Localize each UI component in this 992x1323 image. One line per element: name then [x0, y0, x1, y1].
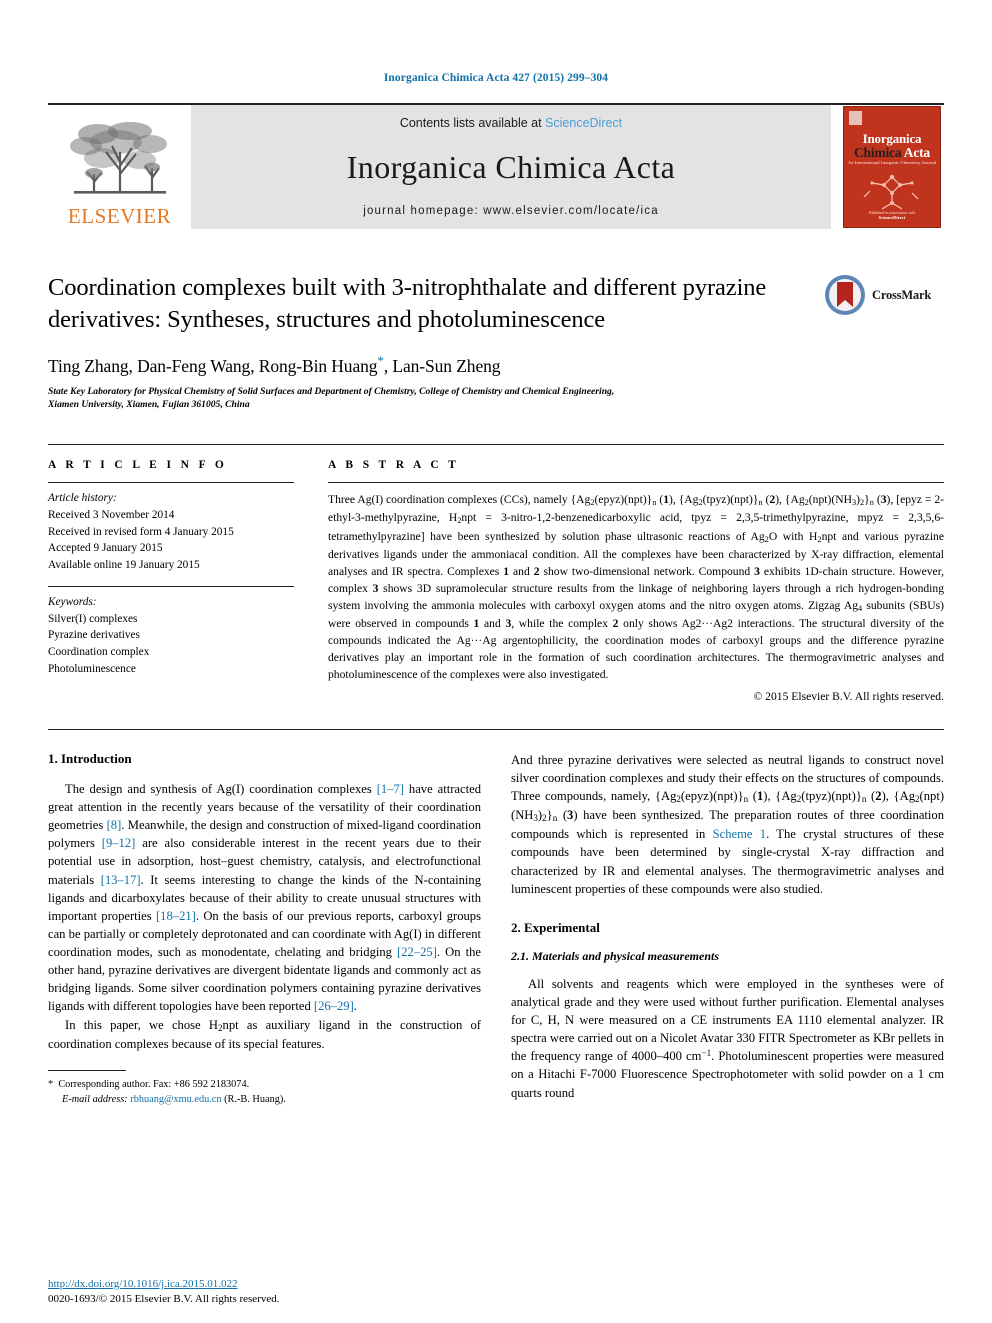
info-abstract-region: A R T I C L E I N F O Article history: R…	[48, 444, 944, 703]
abstract-copyright: © 2015 Elsevier B.V. All rights reserved…	[753, 689, 944, 703]
affiliation: State Key Laboratory for Physical Chemis…	[48, 385, 748, 413]
footnote-email: E-mail address: rbhuang@xmu.edu.cn (R.-B…	[48, 1092, 481, 1107]
intro-paragraph-2: In this paper, we chose H2npt as auxilia…	[48, 1017, 481, 1051]
abstract-heading: A B S T R A C T	[328, 459, 460, 472]
right-column: And three pyrazine derivatives were sele…	[511, 751, 944, 1108]
citation-13-17[interactable]: [13–17]	[101, 873, 141, 887]
running-head: Inorganica Chimica Acta 427 (2015) 299–3…	[383, 72, 609, 84]
page-title: Coordination complexes built with 3-nitr…	[48, 274, 767, 333]
keyword-item: Photoluminescence	[48, 662, 136, 675]
keyword-item: Pyrazine derivatives	[48, 629, 140, 642]
doi-link[interactable]: http://dx.doi.org/10.1016/j.ica.2015.01.…	[48, 1278, 238, 1290]
citation-8[interactable]: [8]	[107, 818, 122, 832]
citation-1-7[interactable]: [1–7]	[377, 782, 404, 796]
authors-names-tail: , Lan-Sun Zheng	[383, 355, 501, 376]
cover-title-chimica: Chimica	[854, 145, 902, 160]
issn-copyright: 0020-1693/© 2015 Elsevier B.V. All right…	[48, 1293, 280, 1305]
sciencedirect-link[interactable]: ScienceDirect	[545, 116, 622, 130]
section-heading-introduction: 1. Introduction	[48, 750, 132, 766]
elsevier-logo: ELSEVIER	[48, 105, 191, 229]
cover-footer: Published in association with ScienceDir…	[844, 210, 940, 220]
abstract-column: A B S T R A C T Three Ag(I) coordination…	[328, 445, 944, 703]
title-block: Coordination complexes built with 3-nitr…	[48, 272, 944, 412]
experimental-paragraph-1: All solvents and reagents which were emp…	[511, 976, 944, 1100]
cover-footer-bold: ScienceDirect	[878, 215, 906, 220]
journal-masthead: ELSEVIER Contents lists available at Sci…	[48, 103, 944, 229]
keywords-rule	[48, 585, 294, 587]
authors-names: Ting Zhang, Dan-Feng Wang, Rong-Bin Huan…	[48, 355, 378, 376]
citation-9-12[interactable]: [9–12]	[102, 836, 136, 850]
journal-title: Inorganica Chimica Acta	[346, 149, 676, 185]
footnote-rule	[48, 1069, 126, 1071]
citation-26-29[interactable]: [26–29]	[314, 999, 354, 1013]
affiliation-line-2: Xiamen University, Xiamen, Fujian 361005…	[48, 399, 250, 411]
page-footer: http://dx.doi.org/10.1016/j.ica.2015.01.…	[48, 1274, 481, 1305]
footnote-email-link[interactable]: rbhuang@xmu.edu.cn	[130, 1094, 221, 1105]
footnote-email-owner: (R.-B. Huang).	[224, 1094, 286, 1106]
keywords-block: Keywords: Silver(I) complexes Pyrazine d…	[48, 594, 294, 678]
footnote-block: * Corresponding author. Fax: +86 592 218…	[48, 1069, 481, 1108]
cover-title-line2: Chimica Acta	[844, 145, 940, 161]
contents-available-line: Contents lists available at ScienceDirec…	[400, 116, 622, 130]
article-history-label: Article history:	[48, 492, 117, 505]
cover-subtitle: An International Inorganic Chemistry Jou…	[847, 160, 937, 165]
scheme-1-link[interactable]: Scheme 1	[713, 827, 766, 841]
section-heading-experimental: 2. Experimental	[511, 919, 600, 935]
article-info-column: A R T I C L E I N F O Article history: R…	[48, 445, 294, 703]
elsevier-wordmark: ELSEVIER	[67, 204, 172, 228]
footnote-email-label: E-mail address:	[62, 1094, 128, 1106]
subsection-heading-materials: 2.1. Materials and physical measurements	[511, 948, 720, 963]
article-info-rule	[48, 482, 294, 484]
abstract-text: Three Ag(I) coordination complexes (CCs)…	[328, 493, 945, 681]
keyword-item: Silver(I) complexes	[48, 612, 138, 625]
elsevier-tree-icon	[69, 122, 167, 194]
citation-18-21[interactable]: [18–21]	[156, 909, 196, 923]
affiliation-line-1: State Key Laboratory for Physical Chemis…	[48, 385, 615, 397]
history-item: Accepted 9 January 2015	[48, 542, 163, 555]
citation-22-25[interactable]: [22–25]	[397, 945, 437, 959]
keywords-label: Keywords:	[48, 595, 97, 608]
abstract-rule	[328, 482, 944, 484]
intro-paragraph-3: And three pyrazine derivatives were sele…	[511, 752, 945, 896]
journal-homepage[interactable]: journal homepage: www.elsevier.com/locat…	[363, 205, 659, 217]
footnote-corresponding-text: Corresponding author. Fax: +86 592 21830…	[58, 1078, 250, 1090]
article-page: Inorganica Chimica Acta 427 (2015) 299–3…	[0, 0, 992, 1323]
footnote-marker: *	[48, 1078, 54, 1090]
history-item: Available online 19 January 2015	[48, 559, 200, 572]
contents-prefix: Contents lists available at	[399, 116, 546, 130]
contents-band: Contents lists available at ScienceDirec…	[191, 105, 831, 229]
article-history: Article history: Received 3 November 201…	[48, 490, 294, 574]
author-list: Ting Zhang, Dan-Feng Wang, Rong-Bin Huan…	[48, 353, 814, 377]
cover-molecule-icon	[863, 174, 919, 210]
crossmark-label: CrossMark	[872, 287, 932, 302]
left-column: 1. Introduction The design and synthesis…	[48, 751, 481, 1108]
footnote-corresponding: * Corresponding author. Fax: +86 592 218…	[48, 1077, 481, 1092]
journal-cover-thumbnail: Inorganica Chimica Acta An International…	[840, 105, 944, 229]
cover-image: Inorganica Chimica Acta An International…	[843, 106, 941, 228]
body-columns: 1. Introduction The design and synthesis…	[48, 728, 944, 1108]
cover-title-acta: Acta	[903, 145, 930, 160]
cover-publisher-mark	[849, 111, 862, 125]
history-item: Received in revised form 4 January 2015	[48, 525, 234, 538]
intro-paragraph-1: The design and synthesis of Ag(I) coordi…	[48, 781, 482, 1014]
crossmark-icon	[825, 275, 865, 315]
article-info-heading: A R T I C L E I N F O	[48, 459, 228, 472]
keyword-item: Coordination complex	[48, 646, 150, 659]
crossmark-badge[interactable]: CrossMark	[824, 274, 944, 316]
history-item: Received 3 November 2014	[48, 509, 175, 522]
